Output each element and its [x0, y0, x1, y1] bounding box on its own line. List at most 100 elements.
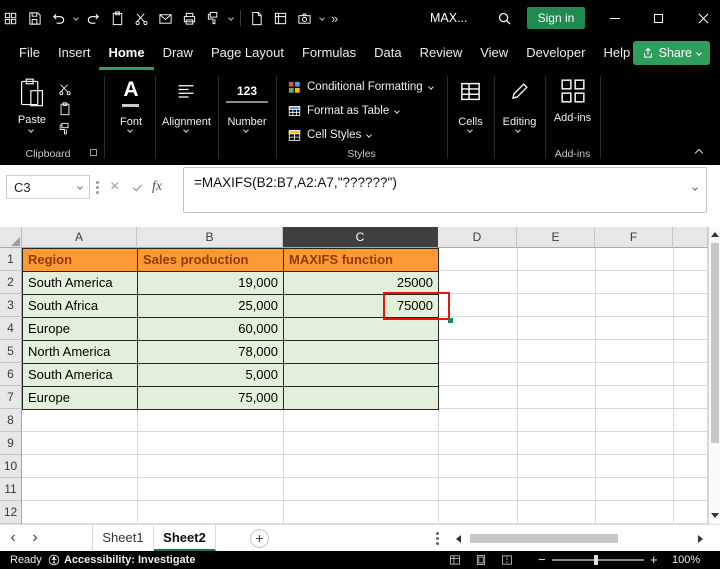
clipboard-dialog-launcher-icon[interactable] [90, 149, 97, 156]
add-ins-icon[interactable] [560, 78, 586, 104]
zoom-out-button[interactable]: − [538, 551, 546, 569]
tab-formulas[interactable]: Formulas [293, 36, 365, 70]
cell-a6[interactable]: South America [23, 364, 138, 387]
cells-area[interactable]: Region Sales production MAXIFS function … [22, 248, 708, 524]
search-icon[interactable] [497, 11, 512, 26]
editing-icon[interactable] [509, 81, 530, 102]
chevron-down-icon[interactable] [183, 127, 189, 133]
undo-chevron-icon[interactable] [73, 15, 79, 21]
add-ins-button[interactable]: Add-ins [545, 112, 600, 124]
copy-icon[interactable] [58, 102, 72, 116]
chevron-down-icon[interactable] [319, 15, 325, 21]
format-painter-icon[interactable] [205, 10, 222, 27]
camera-icon[interactable] [296, 10, 313, 27]
insert-function-icon[interactable]: fx [152, 175, 162, 199]
sign-in-button[interactable]: Sign in [527, 7, 585, 29]
fill-handle[interactable] [448, 318, 453, 323]
row-header-12[interactable]: 12 [0, 501, 22, 524]
paste-button[interactable] [18, 78, 46, 108]
format-as-table-button[interactable]: Format as Table [288, 103, 399, 119]
previous-sheet-icon[interactable]: ‹ [4, 525, 22, 552]
row-header-3[interactable]: 3 [0, 294, 22, 317]
row-header-8[interactable]: 8 [0, 409, 22, 432]
cell-b6[interactable]: 5,000 [138, 364, 284, 387]
share-button[interactable]: Share [633, 41, 710, 65]
tab-data[interactable]: Data [365, 36, 410, 70]
column-header-e[interactable]: E [517, 227, 595, 248]
expand-formula-bar-icon[interactable] [692, 185, 698, 191]
page-layout-view-icon[interactable] [475, 554, 487, 566]
cell-c1[interactable]: MAXIFS function [284, 249, 439, 272]
column-header-partial[interactable] [673, 227, 708, 248]
app-menu-icon[interactable] [2, 10, 19, 27]
new-sheet-button[interactable]: + [250, 529, 269, 548]
cells-group-button[interactable]: Cells [447, 116, 494, 128]
cell-a3[interactable]: South Africa [23, 295, 138, 318]
formula-bar[interactable]: =MAXIFS(B2:B7,A2:A7,"??????") [183, 167, 707, 213]
alignment-icon[interactable] [176, 82, 196, 102]
cell-a2[interactable]: South America [23, 272, 138, 295]
cut-icon[interactable] [133, 10, 150, 27]
cell-c6[interactable] [284, 364, 439, 387]
font-group-button[interactable]: Font [107, 116, 155, 128]
redo-icon[interactable] [85, 10, 102, 27]
chevron-down-icon[interactable] [243, 127, 249, 133]
column-header-d[interactable]: D [438, 227, 517, 248]
qat-overflow-icon[interactable]: » [331, 11, 338, 26]
chevron-down-icon[interactable] [467, 127, 473, 133]
alignment-group-button[interactable]: Alignment [155, 116, 218, 128]
sheet-tab-sheet2[interactable]: Sheet2 [154, 525, 216, 552]
cell-c7[interactable] [284, 387, 439, 410]
format-painter-icon[interactable] [58, 122, 72, 136]
tab-page-layout[interactable]: Page Layout [202, 36, 293, 70]
cell-a7[interactable]: Europe [23, 387, 138, 410]
cell-b7[interactable]: 75,000 [138, 387, 284, 410]
scroll-right-icon[interactable] [698, 535, 703, 543]
zoom-slider-thumb[interactable] [594, 555, 598, 565]
scroll-down-icon[interactable] [711, 513, 719, 518]
row-header-1[interactable]: 1 [0, 248, 22, 271]
print-icon[interactable] [181, 10, 198, 27]
save-icon[interactable] [26, 10, 43, 27]
tab-file[interactable]: File [10, 36, 49, 70]
row-header-6[interactable]: 6 [0, 363, 22, 386]
font-icon[interactable]: A [107, 78, 155, 102]
tab-draw[interactable]: Draw [154, 36, 202, 70]
scroll-left-icon[interactable] [456, 535, 461, 543]
vertical-scrollbar[interactable] [708, 227, 720, 524]
cell-b1[interactable]: Sales production [138, 249, 284, 272]
tab-developer[interactable]: Developer [517, 36, 594, 70]
cut-icon[interactable] [58, 82, 72, 96]
tab-home[interactable]: Home [99, 36, 153, 70]
column-header-f[interactable]: F [595, 227, 673, 248]
row-header-11[interactable]: 11 [0, 478, 22, 501]
tab-review[interactable]: Review [411, 36, 472, 70]
cell-a4[interactable]: Europe [23, 318, 138, 341]
zoom-in-button[interactable]: + [650, 551, 658, 569]
collapse-ribbon-icon[interactable] [695, 149, 703, 157]
maximize-button[interactable] [641, 0, 675, 36]
row-header-9[interactable]: 9 [0, 432, 22, 455]
tab-view[interactable]: View [471, 36, 517, 70]
cells-icon[interactable] [459, 80, 482, 103]
cell-b4[interactable]: 60,000 [138, 318, 284, 341]
cell-b2[interactable]: 19,000 [138, 272, 284, 295]
next-sheet-icon[interactable]: › [26, 525, 44, 552]
new-document-icon[interactable] [248, 10, 265, 27]
name-box[interactable]: C3 [6, 175, 90, 199]
sheet-options-icon[interactable] [436, 532, 439, 535]
editing-group-button[interactable]: Editing [494, 116, 545, 128]
cell-c4[interactable] [284, 318, 439, 341]
cell-a5[interactable]: North America [23, 341, 138, 364]
paste-label[interactable]: Paste [8, 114, 56, 126]
chevron-down-icon[interactable] [515, 127, 521, 133]
zoom-level[interactable]: 100% [672, 551, 700, 569]
tab-insert[interactable]: Insert [49, 36, 100, 70]
sheet-tab-sheet1[interactable]: Sheet1 [92, 525, 154, 552]
accessibility-status[interactable]: Accessibility: Investigate [64, 551, 195, 569]
column-header-c[interactable]: C [283, 227, 438, 248]
column-header-a[interactable]: A [22, 227, 137, 248]
chevron-down-icon[interactable] [127, 127, 133, 133]
row-header-10[interactable]: 10 [0, 455, 22, 478]
table-export-icon[interactable] [272, 10, 289, 27]
